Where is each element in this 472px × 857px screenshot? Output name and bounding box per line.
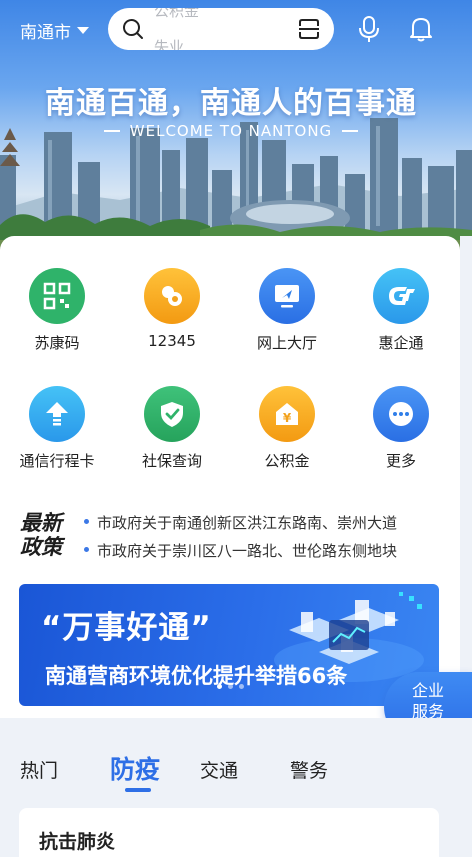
service-label: 网上大厅 [256,334,317,352]
news-item[interactable]: 市政府关于南通创新区洪江东路南、崇州大道 [84,512,442,533]
hero-subtitle: WELCOME TO NANTONG [129,122,333,140]
carousel-dot [239,684,244,689]
search-hint-text-next: 失业 [154,38,185,50]
banner-subtitle: 南通营商环境优化提升举措66条 [45,664,348,688]
service-label: 公积金 [264,452,310,470]
divider [103,130,120,132]
enterprise-service-label-line1: 企业 [411,681,444,700]
top-bar: 南通市 公积金 失业 [0,0,472,62]
service-online-hall[interactable]: 网上大厅 [232,268,342,353]
section-card: 抗击肺炎 [19,808,439,857]
scan-icon[interactable] [298,18,320,40]
service-label: 苏康码 [34,334,80,352]
online-hall-icon [259,268,315,324]
page-edge [460,236,472,718]
tab-police[interactable]: 警务 [290,756,328,783]
carousel-dot [228,684,233,689]
microphone-icon[interactable] [357,15,381,43]
fund-icon: ¥ [259,386,315,442]
hero-title: 南通百通，南通人的百事通 [45,86,417,121]
service-social-security[interactable]: 社保查询 [117,386,227,471]
bell-icon[interactable] [408,15,434,43]
city-selector[interactable]: 南通市 [20,18,89,43]
service-trip-card[interactable]: 通信行程卡 [2,386,112,471]
search-box[interactable]: 公积金 失业 [108,8,334,50]
divider [342,130,359,132]
more-icon [373,386,429,442]
service-label: 社保查询 [141,452,202,470]
service-huiqitong[interactable]: 惠企通 [346,268,456,353]
section-title: 抗击肺炎 [39,831,116,853]
promo-banner[interactable]: “万事好通” 南通营商环境优化提升举措66条 [19,584,439,706]
news-item[interactable]: 市政府关于崇川区八一路北、世伦路东侧地块 [84,540,442,561]
hotline-icon [144,268,200,324]
carousel-dot-active [217,684,222,689]
city-label: 南通市 [20,23,71,43]
tab-hot[interactable]: 热门 [20,756,58,783]
service-housing-fund[interactable]: ¥ 公积金 [232,386,342,471]
svg-text:¥: ¥ [283,411,292,425]
service-label: 12345 [148,332,196,350]
service-label: 惠企通 [378,334,424,352]
active-tab-indicator [125,788,151,792]
service-12345[interactable]: 12345 [117,268,227,350]
service-label: 更多 [385,452,416,470]
services-card: 苏康码 12345 网上大厅 惠企通 通信行程卡 社保查询 ¥ 公积金 更多 最… [0,236,460,718]
shield-check-icon [144,386,200,442]
carousel-dots [217,684,244,689]
latest-policy-brand: 最新政策 [20,511,62,559]
service-sukangma[interactable]: 苏康码 [2,268,112,353]
banner-title: “万事好通” [41,610,212,646]
latest-policy-news: 最新政策 市政府关于南通创新区洪江东路南、崇州大道 市政府关于崇川区八一路北、世… [20,508,445,568]
service-label: 通信行程卡 [19,452,95,470]
qr-code-icon [29,268,85,324]
trip-card-icon [29,386,85,442]
service-more[interactable]: 更多 [346,386,456,471]
tab-epidemic[interactable]: 防疫 [110,750,160,786]
search-icon [123,19,143,39]
tab-traffic[interactable]: 交通 [200,756,238,783]
caret-down-icon [77,27,89,34]
search-hint-text: 公积金 [154,8,200,20]
hero-subtitle-row: WELCOME TO NANTONG [0,122,462,140]
enterprise-icon [373,268,429,324]
